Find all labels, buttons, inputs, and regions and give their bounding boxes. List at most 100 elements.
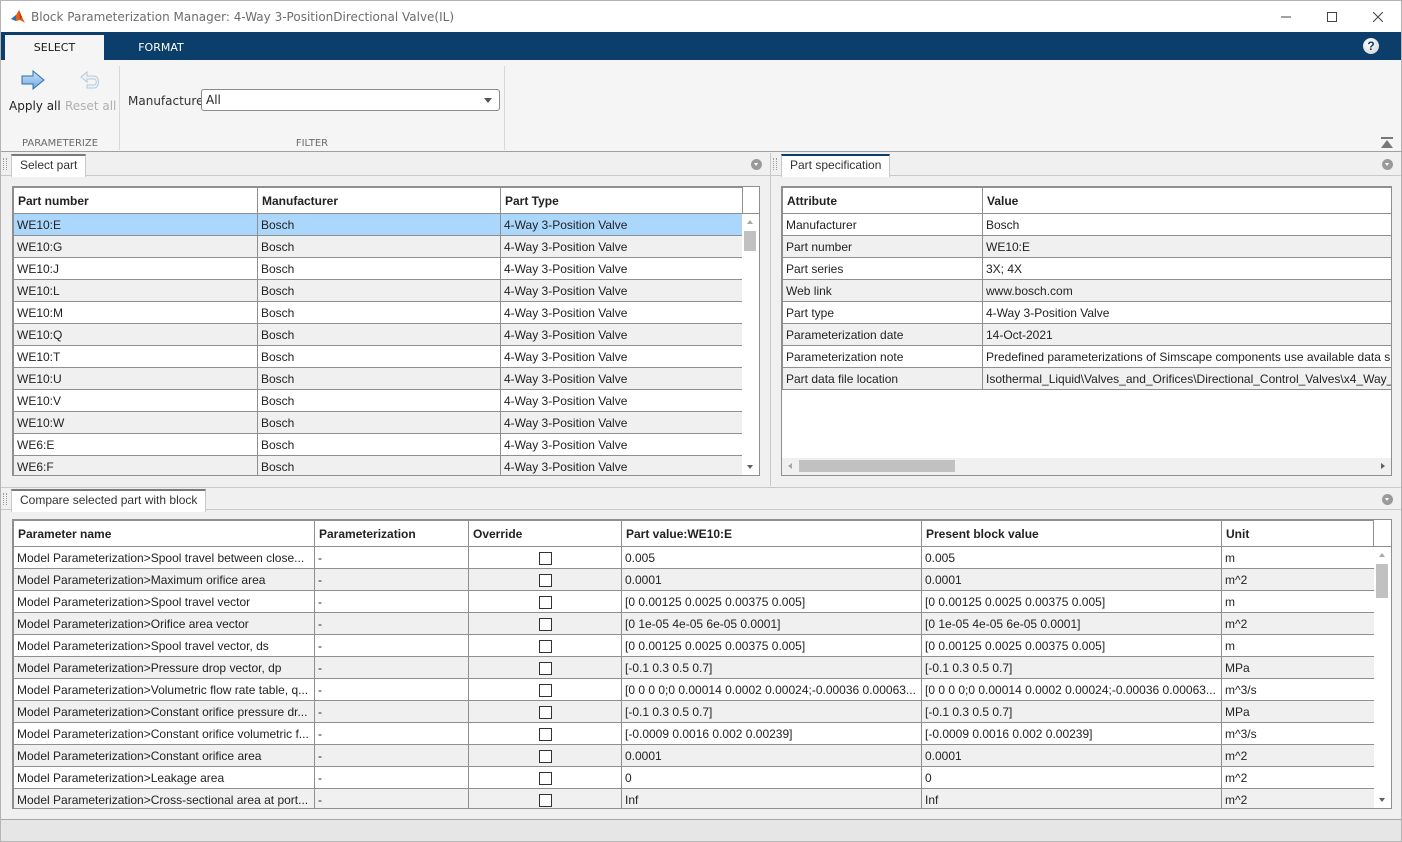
part-row[interactable]: WE10:W Bosch 4-Way 3-Position Valve xyxy=(13,411,744,434)
hscroll-thumb[interactable] xyxy=(799,460,955,472)
part-row[interactable]: WE10:M Bosch 4-Way 3-Position Valve xyxy=(13,301,744,324)
part-type-cell[interactable]: 4-Way 3-Position Valve xyxy=(500,213,744,236)
override-checkbox[interactable] xyxy=(538,573,552,587)
part-type-cell[interactable]: 4-Way 3-Position Valve xyxy=(500,411,744,434)
manufacturer-cell[interactable]: Bosch xyxy=(257,433,501,456)
manufacturer-cell[interactable]: Bosch xyxy=(257,235,501,258)
part-number-cell[interactable]: WE6:E xyxy=(13,433,258,456)
part-row[interactable]: WE10:J Bosch 4-Way 3-Position Valve xyxy=(13,257,744,280)
part-type-cell[interactable]: 4-Way 3-Position Valve xyxy=(500,367,744,390)
part-number-cell[interactable]: WE6:F xyxy=(13,455,258,475)
manufacturer-cell[interactable]: Bosch xyxy=(257,213,501,236)
column-header-part-number[interactable]: Part number xyxy=(13,187,258,214)
drag-grip-icon[interactable] xyxy=(773,158,777,170)
part-type-cell[interactable]: 4-Way 3-Position Valve xyxy=(500,257,744,280)
part-row[interactable]: WE10:Q Bosch 4-Way 3-Position Valve xyxy=(13,323,744,346)
close-button[interactable] xyxy=(1355,1,1401,32)
tab-format[interactable]: FORMAT xyxy=(111,35,211,60)
part-type-cell[interactable]: 4-Way 3-Position Valve xyxy=(500,389,744,412)
help-icon[interactable]: ? xyxy=(1363,38,1379,54)
part-row[interactable]: WE10:T Bosch 4-Way 3-Position Valve xyxy=(13,345,744,368)
manufacturer-cell[interactable]: Bosch xyxy=(257,301,501,324)
column-header-parameter-name[interactable]: Parameter name xyxy=(13,520,315,547)
maximize-button[interactable] xyxy=(1309,1,1355,32)
part-type-cell[interactable]: 4-Way 3-Position Valve xyxy=(500,345,744,368)
manufacturer-cell[interactable]: Bosch xyxy=(257,389,501,412)
panel-menu-icon[interactable] xyxy=(1382,159,1393,170)
scroll-thumb[interactable] xyxy=(1376,564,1388,598)
part-row[interactable]: WE10:U Bosch 4-Way 3-Position Valve xyxy=(13,367,744,390)
part-type-cell[interactable]: 4-Way 3-Position Valve xyxy=(500,455,744,475)
manufacturer-cell[interactable]: Bosch xyxy=(257,455,501,475)
part-row[interactable]: WE10:G Bosch 4-Way 3-Position Valve xyxy=(13,235,744,258)
part-row[interactable]: WE10:E Bosch 4-Way 3-Position Valve xyxy=(13,213,744,236)
part-row[interactable]: WE6:E Bosch 4-Way 3-Position Valve xyxy=(13,433,744,456)
reset-all-button[interactable]: Reset all xyxy=(65,70,116,113)
part-spec-hscrollbar[interactable] xyxy=(782,458,1391,475)
part-specification-tab[interactable]: Part specification xyxy=(781,154,891,177)
part-number-cell[interactable]: WE10:M xyxy=(13,301,258,324)
drag-grip-icon[interactable] xyxy=(3,493,7,505)
part-type-cell[interactable]: 4-Way 3-Position Valve xyxy=(500,301,744,324)
part-number-cell[interactable]: WE10:G xyxy=(13,235,258,258)
scroll-right-icon[interactable] xyxy=(1381,463,1385,469)
part-number-cell[interactable]: WE10:Q xyxy=(13,323,258,346)
part-row[interactable]: WE6:F Bosch 4-Way 3-Position Valve xyxy=(13,455,744,475)
part-number-cell[interactable]: WE10:L xyxy=(13,279,258,302)
collapse-toolstrip-icon[interactable] xyxy=(1381,137,1393,149)
part-type-cell[interactable]: 4-Way 3-Position Valve xyxy=(500,323,744,346)
part-row[interactable]: WE10:V Bosch 4-Way 3-Position Valve xyxy=(13,389,744,412)
panel-menu-icon[interactable] xyxy=(751,159,762,170)
part-row[interactable]: WE10:L Bosch 4-Way 3-Position Valve xyxy=(13,279,744,302)
manufacturer-cell[interactable]: Bosch xyxy=(257,323,501,346)
manufacturer-cell[interactable]: Bosch xyxy=(257,367,501,390)
part-type-cell[interactable]: 4-Way 3-Position Valve xyxy=(500,279,744,302)
manufacturer-cell[interactable]: Bosch xyxy=(257,257,501,280)
override-checkbox[interactable] xyxy=(538,727,552,741)
part-number-cell[interactable]: WE10:V xyxy=(13,389,258,412)
override-checkbox[interactable] xyxy=(538,793,552,807)
part-type-cell[interactable]: 4-Way 3-Position Valve xyxy=(500,433,744,456)
part-number-cell[interactable]: WE10:T xyxy=(13,345,258,368)
compare-table-scrollbar[interactable] xyxy=(1374,547,1391,808)
override-checkbox[interactable] xyxy=(538,639,552,653)
override-checkbox[interactable] xyxy=(538,595,552,609)
apply-all-button[interactable]: Apply all xyxy=(9,69,61,113)
column-header-part-type[interactable]: Part Type xyxy=(500,187,744,214)
part-number-cell[interactable]: WE10:E xyxy=(13,213,258,236)
override-checkbox[interactable] xyxy=(538,749,552,763)
manufacturer-cell[interactable]: Bosch xyxy=(257,345,501,368)
part-type-cell[interactable]: 4-Way 3-Position Valve xyxy=(500,235,744,258)
override-checkbox[interactable] xyxy=(538,705,552,719)
compare-tab[interactable]: Compare selected part with block xyxy=(11,489,207,512)
scroll-up-icon[interactable] xyxy=(1379,553,1385,557)
column-header-manufacturer[interactable]: Manufacturer xyxy=(257,187,501,214)
drag-grip-icon[interactable] xyxy=(3,158,7,170)
column-header-override[interactable]: Override xyxy=(468,520,622,547)
minimize-button[interactable] xyxy=(1263,1,1309,32)
manufacturer-cell[interactable]: Bosch xyxy=(257,279,501,302)
column-header-part-value-we10-e[interactable]: Part value:WE10:E xyxy=(621,520,922,547)
panel-menu-icon[interactable] xyxy=(1382,494,1393,505)
scroll-thumb[interactable] xyxy=(744,231,756,251)
column-header-present-block-value[interactable]: Present block value xyxy=(921,520,1222,547)
override-checkbox[interactable] xyxy=(538,661,552,675)
column-header-parameterization[interactable]: Parameterization xyxy=(314,520,469,547)
part-number-cell[interactable]: WE10:U xyxy=(13,367,258,390)
column-header-unit[interactable]: Unit xyxy=(1221,520,1376,547)
override-checkbox[interactable] xyxy=(538,551,552,565)
manufacturer-dropdown[interactable]: All xyxy=(201,89,500,111)
tab-select[interactable]: SELECT xyxy=(5,35,104,60)
override-checkbox[interactable] xyxy=(538,617,552,631)
scroll-down-icon[interactable] xyxy=(747,465,753,469)
part-number-cell[interactable]: WE10:W xyxy=(13,411,258,434)
manufacturer-cell[interactable]: Bosch xyxy=(257,411,501,434)
override-checkbox[interactable] xyxy=(538,771,552,785)
scroll-left-icon[interactable] xyxy=(788,463,792,469)
part-number-cell[interactable]: WE10:J xyxy=(13,257,258,280)
scroll-up-icon[interactable] xyxy=(747,220,753,224)
select-part-tab[interactable]: Select part xyxy=(11,154,87,177)
override-checkbox[interactable] xyxy=(538,683,552,697)
scroll-down-icon[interactable] xyxy=(1379,798,1385,802)
parts-table-scrollbar[interactable] xyxy=(742,214,759,475)
